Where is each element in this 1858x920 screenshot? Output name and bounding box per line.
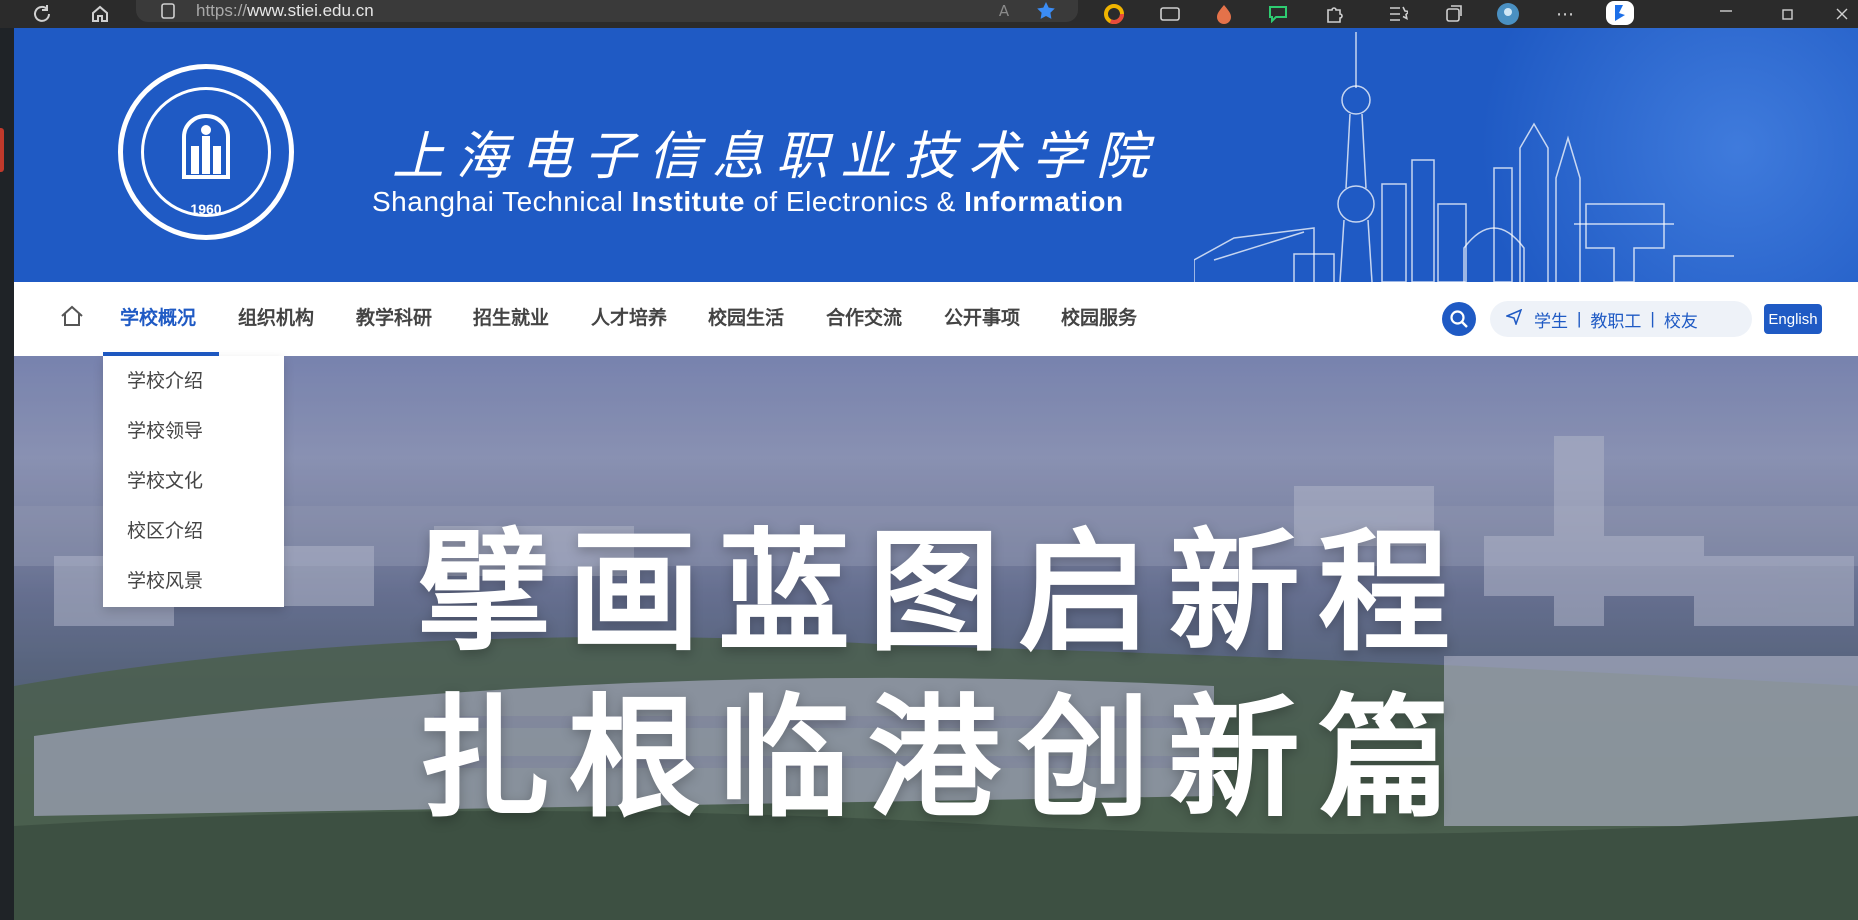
- nav-item-organization[interactable]: 组织机构: [238, 282, 314, 356]
- url-host: www.stiei.edu.cn: [247, 1, 374, 20]
- hero-slogan-line2: 扎根临港创新篇: [418, 681, 1468, 836]
- dropdown-item-leadership[interactable]: 学校领导: [127, 416, 203, 443]
- city-skyline-illustration: [1194, 32, 1734, 282]
- search-icon: [1450, 310, 1468, 328]
- school-name-en-part: Information: [964, 186, 1124, 217]
- dropdown-item-culture[interactable]: 学校文化: [127, 466, 203, 493]
- nav-home-icon[interactable]: [58, 302, 86, 330]
- nav-item-admissions[interactable]: 招生就业: [473, 282, 549, 356]
- url-prefix: https://: [196, 1, 248, 20]
- portal-separator: |: [1650, 309, 1655, 328]
- search-button[interactable]: [1442, 302, 1476, 336]
- restore-icon[interactable]: [1774, 0, 1802, 28]
- extension-glasses-icon[interactable]: [1156, 0, 1184, 28]
- portal-link-staff[interactable]: 教职工: [1590, 307, 1641, 332]
- dropdown-item-campuses[interactable]: 校区介绍: [127, 516, 203, 543]
- nav-item-teaching-research[interactable]: 教学科研: [356, 282, 432, 356]
- paper-plane-icon: [1504, 308, 1523, 330]
- close-icon[interactable]: [1830, 0, 1854, 28]
- address-url: https://www.stiei.edu.cn: [196, 1, 374, 21]
- home-icon[interactable]: [86, 0, 114, 28]
- school-name-en-part: Shanghai Technical: [372, 186, 632, 217]
- portal-link-students[interactable]: 学生: [1534, 307, 1568, 332]
- portal-link-alumni[interactable]: 校友: [1664, 307, 1698, 332]
- nav-item-campus-services[interactable]: 校园服务: [1061, 282, 1137, 356]
- school-name-en-part: Institute: [631, 186, 746, 217]
- portal-separator: |: [1577, 309, 1582, 328]
- collections-icon[interactable]: [1440, 0, 1468, 28]
- favorites-list-icon[interactable]: [1384, 0, 1412, 28]
- extension-chat-icon[interactable]: [1264, 0, 1292, 28]
- address-bar[interactable]: https://www.stiei.edu.cn A: [136, 0, 1078, 22]
- website: 1960 上海电子信息职业技术学院 Shanghai Technical Ins…: [14, 28, 1858, 920]
- sidebar-indicator: [0, 128, 4, 172]
- minimize-icon[interactable]: [1712, 0, 1740, 28]
- school-name-en-part: of Electronics &: [745, 186, 965, 217]
- hero-banner: 擘画蓝图启新程 扎根临港创新篇: [14, 356, 1858, 920]
- english-language-button[interactable]: English: [1764, 304, 1822, 334]
- user-portal-links: 学生 | 教职工 | 校友: [1490, 301, 1752, 337]
- extensions-puzzle-icon[interactable]: [1320, 0, 1348, 28]
- browser-toolbar: https://www.stiei.edu.cn A ⋯: [0, 0, 1858, 28]
- school-logo[interactable]: 1960: [118, 64, 294, 240]
- profile-avatar-icon[interactable]: [1494, 0, 1522, 28]
- extension-drop-icon[interactable]: [1210, 0, 1238, 28]
- dropdown-item-introduction[interactable]: 学校介绍: [127, 366, 203, 393]
- copilot-icon[interactable]: [1604, 0, 1636, 28]
- logo-year: 1960: [190, 201, 222, 217]
- refresh-icon[interactable]: [28, 0, 56, 28]
- nav-item-campus-life[interactable]: 校园生活: [708, 282, 784, 356]
- nav-item-cooperation[interactable]: 合作交流: [826, 282, 902, 356]
- read-aloud-icon[interactable]: A: [992, 0, 1016, 22]
- hero-slogan-line1: 擘画蓝图启新程: [418, 515, 1468, 670]
- school-name-en: Shanghai Technical Institute of Electron…: [372, 186, 1124, 218]
- dropdown-item-scenery[interactable]: 学校风景: [127, 566, 203, 593]
- favorite-star-icon[interactable]: [1034, 0, 1058, 22]
- school-name-cn: 上海电子信息职业技术学院: [392, 127, 1161, 187]
- nav-item-about[interactable]: 学校概况: [120, 282, 196, 356]
- logo-emblem: [141, 87, 271, 217]
- site-header: 1960 上海电子信息职业技术学院 Shanghai Technical Ins…: [14, 28, 1858, 282]
- logo-emblem-icon: [182, 113, 230, 179]
- about-dropdown-menu: 学校介绍 学校领导 学校文化 校区介绍 学校风景: [103, 356, 284, 607]
- site-info-icon[interactable]: [158, 0, 178, 22]
- nav-item-public-affairs[interactable]: 公开事项: [944, 282, 1020, 356]
- main-nav: 学校概况 组织机构 教学科研 招生就业 人才培养 校园生活 合作交流 公开事项 …: [14, 282, 1858, 356]
- extension-color-icon[interactable]: [1100, 0, 1128, 28]
- more-options-icon[interactable]: ⋯: [1550, 0, 1580, 28]
- nav-item-talent-training[interactable]: 人才培养: [591, 282, 667, 356]
- sidebar-strip: [0, 28, 14, 920]
